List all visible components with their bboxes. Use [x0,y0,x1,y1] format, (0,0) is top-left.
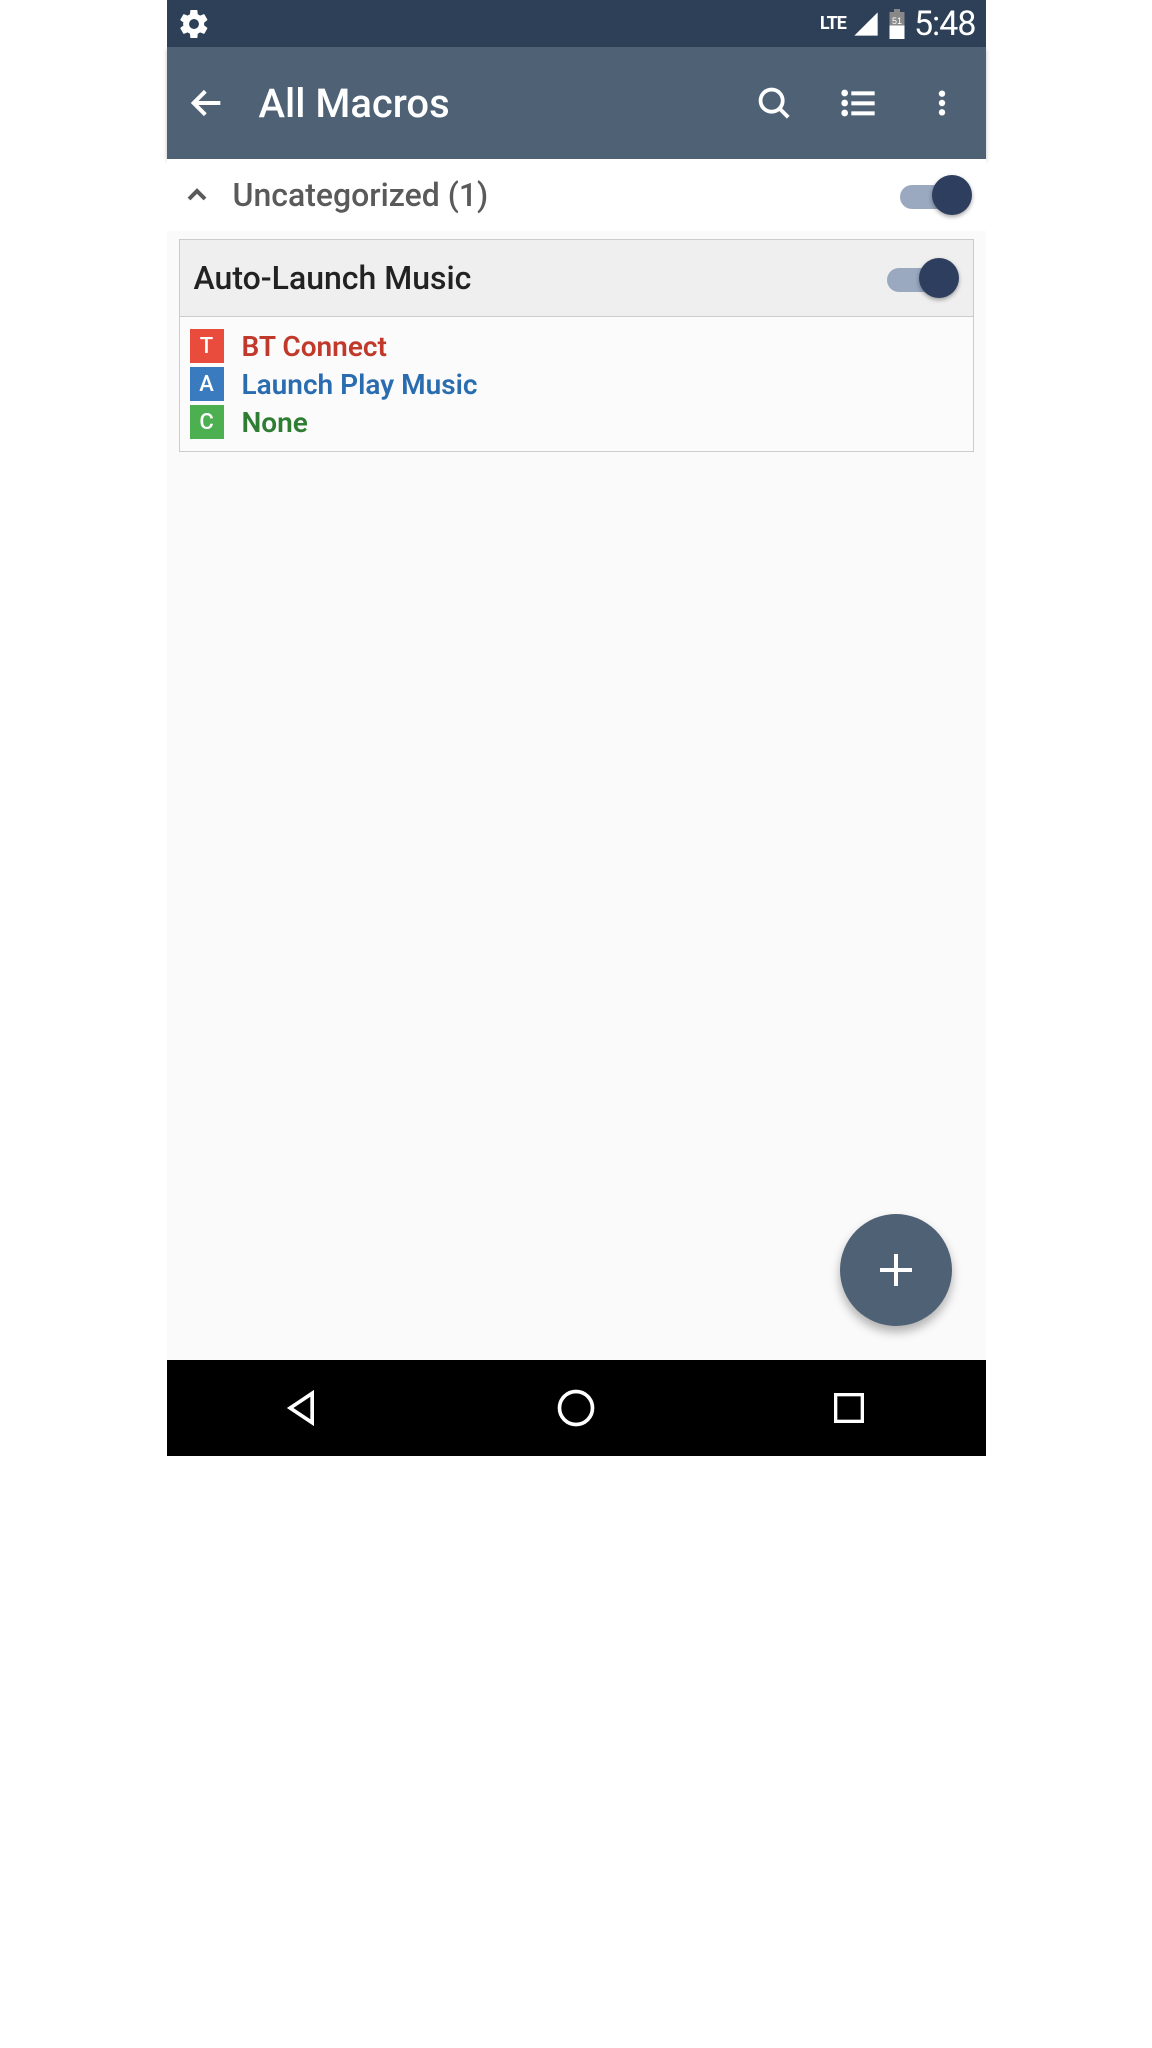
trigger-row: T BT Connect [186,327,967,365]
action-label: Launch Play Music [242,368,478,401]
macro-card[interactable]: Auto-Launch Music T BT Connect A Launch … [179,239,974,452]
action-row: A Launch Play Music [186,365,967,403]
nav-home-button[interactable] [550,1382,602,1434]
clock-label: 5:48 [914,4,976,44]
macro-header: Auto-Launch Music [180,240,973,317]
trigger-label: BT Connect [242,330,387,363]
nav-recents-button[interactable] [823,1382,875,1434]
list-view-button[interactable] [838,83,878,123]
macro-name: Auto-Launch Music [194,259,887,297]
trigger-badge: T [190,329,224,363]
category-title: Uncategorized (1) [233,176,900,214]
nav-back-button[interactable] [277,1382,329,1434]
search-button[interactable] [754,83,794,123]
category-toggle[interactable] [900,175,972,215]
signal-icon [852,10,880,38]
add-macro-fab[interactable] [840,1214,952,1326]
constraint-label: None [242,406,308,439]
page-title: All Macros [259,80,754,127]
settings-notification-icon [177,7,211,41]
system-nav-bar [167,1360,986,1456]
constraint-row: C None [186,403,967,441]
collapse-icon [181,179,213,211]
action-badge: A [190,367,224,401]
back-button[interactable] [183,79,231,127]
category-header[interactable]: Uncategorized (1) [167,159,986,231]
content-area: Uncategorized (1) Auto-Launch Music T BT… [167,159,986,1360]
macro-details: T BT Connect A Launch Play Music C None [180,317,973,451]
more-options-button[interactable] [922,83,962,123]
constraint-badge: C [190,405,224,439]
svg-text:51: 51 [892,16,902,26]
app-bar: All Macros [167,47,986,159]
network-type-label: LTE [820,13,846,34]
battery-icon: 51 [886,9,908,39]
status-bar: LTE 51 5:48 [167,0,986,47]
macro-toggle[interactable] [887,258,959,298]
